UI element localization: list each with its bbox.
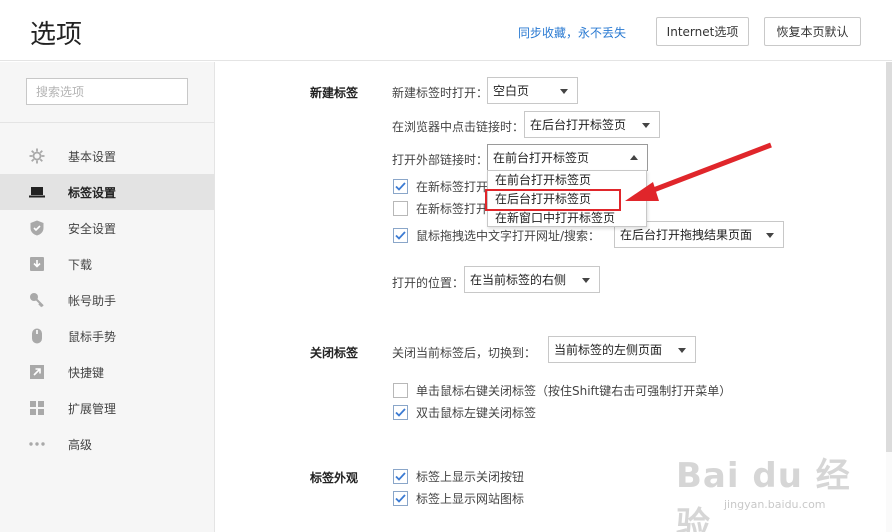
external-link-select[interactable]: 在前台打开标签页 (487, 144, 648, 171)
options-page: 选项 同步收藏，永不丢失 Internet选项 恢复本页默认 基本设置 标签设置 (0, 0, 892, 532)
sidebar-item-label: 下载 (68, 257, 93, 272)
more-icon (28, 435, 46, 453)
sidebar: 基本设置 标签设置 安全设置 下载 (0, 62, 215, 532)
right-click-close-row: 单击鼠标右键关闭标签（按住Shift键右击可强制打开菜单） (393, 381, 731, 399)
highlight-box (485, 189, 621, 211)
check-icon (395, 471, 406, 481)
new-tab-checkbox-row-1: 在新标签打开 (393, 177, 488, 195)
section-appearance-title: 标签外观 (310, 471, 359, 485)
sidebar-item-label: 帐号助手 (68, 293, 117, 308)
select-value: 当前标签的左侧页面 (554, 343, 663, 357)
sidebar-item-shortcut[interactable]: 快捷键 (0, 354, 214, 390)
new-tab-open-select[interactable]: 空白页 (487, 77, 578, 104)
watermark-url: jingyan.baidu.com (724, 498, 826, 511)
grid-icon (28, 399, 46, 417)
select-value: 空白页 (493, 84, 530, 98)
checkbox-label: 标签上显示网站图标 (416, 491, 525, 506)
select-value: 在前台打开标签页 (493, 151, 590, 165)
link-click-label: 在浏览器中点击链接时： (392, 120, 525, 134)
sidebar-item-advanced[interactable]: 高级 (0, 426, 214, 462)
sidebar-nav: 基本设置 标签设置 安全设置 下载 帐号助手 鼠标手势 快捷键 扩展管理 高级 (0, 138, 214, 462)
check-icon (395, 230, 406, 240)
checkbox-checked[interactable] (393, 468, 408, 484)
show-close-button-row: 标签上显示关闭按钮 (393, 467, 524, 485)
gear-icon (28, 147, 46, 165)
sidebar-item-label: 标签设置 (68, 185, 117, 200)
sidebar-divider (0, 122, 214, 123)
sidebar-item-label: 快捷键 (68, 365, 105, 380)
after-close-label: 关闭当前标签后，切换到： (392, 346, 537, 360)
download-icon (28, 255, 46, 273)
checkbox-label: 双击鼠标左键关闭标签 (416, 405, 537, 420)
page-title: 选项 (30, 20, 83, 50)
key-icon (28, 291, 46, 309)
chevron-down-icon (678, 348, 686, 353)
checkbox-unchecked[interactable] (393, 382, 408, 398)
open-position-label: 打开的位置： (392, 276, 465, 290)
chevron-down-icon (582, 278, 590, 283)
sidebar-item-label: 鼠标手势 (68, 329, 117, 344)
sidebar-item-download[interactable]: 下载 (0, 246, 214, 282)
drag-search-row: 鼠标拖拽选中文字打开网址/搜索： (393, 226, 600, 244)
sidebar-item-label: 扩展管理 (68, 401, 117, 416)
checkbox-label: 单击鼠标右键关闭标签（按住Shift键右击可强制打开菜单） (416, 383, 732, 398)
laptop-icon (28, 183, 46, 201)
internet-options-button[interactable]: Internet选项 (656, 17, 749, 46)
shortcut-icon (28, 363, 46, 381)
sidebar-item-label: 安全设置 (68, 221, 117, 236)
checkbox-checked[interactable] (393, 178, 408, 194)
section-close-tab-title: 关闭标签 (310, 346, 359, 360)
chevron-up-icon (630, 155, 638, 160)
new-tab-open-label: 新建标签时打开： (392, 86, 489, 100)
sync-link[interactable]: 同步收藏，永不丢失 (518, 24, 626, 41)
open-position-select[interactable]: 在当前标签的右侧 (464, 266, 600, 293)
double-click-close-row: 双击鼠标左键关闭标签 (393, 403, 536, 421)
chevron-down-icon (642, 123, 650, 128)
select-value: 在后台打开拖拽结果页面 (620, 228, 753, 242)
section-new-tab-title: 新建标签 (310, 86, 359, 100)
checkbox-label: 标签上显示关闭按钮 (416, 469, 525, 484)
sidebar-item-tabs[interactable]: 标签设置 (0, 174, 214, 210)
shield-icon (28, 219, 46, 237)
sidebar-item-label: 基本设置 (68, 149, 117, 164)
checkbox-label: 鼠标拖拽选中文字打开网址/搜索： (416, 228, 601, 243)
scrollbar-thumb[interactable] (886, 62, 892, 452)
sidebar-item-basic[interactable]: 基本设置 (0, 138, 214, 174)
checkbox-label: 在新标签打开 (416, 179, 489, 194)
checkbox-unchecked[interactable] (393, 200, 408, 216)
checkbox-checked[interactable] (393, 404, 408, 420)
header: 选项 同步收藏，永不丢失 Internet选项 恢复本页默认 (0, 0, 892, 61)
checkbox-label: 在新标签打开 (416, 201, 489, 216)
chevron-down-icon (766, 233, 774, 238)
link-click-select[interactable]: 在后台打开标签页 (524, 111, 660, 138)
watermark: Bai du 经验 jingyan.baidu.com (676, 448, 876, 532)
mouse-icon (28, 327, 46, 345)
dropdown-option[interactable]: 在前台打开标签页 (488, 171, 646, 190)
search-input[interactable] (26, 78, 188, 105)
watermark-logo: Bai du 经验 (676, 456, 851, 532)
sidebar-item-label: 高级 (68, 437, 93, 452)
check-icon (395, 493, 406, 503)
checkbox-checked[interactable] (393, 490, 408, 506)
dropdown-option[interactable]: 在新窗口中打开标签页 (488, 209, 646, 228)
select-value: 在当前标签的右侧 (470, 273, 567, 287)
checkbox-checked[interactable] (393, 227, 408, 243)
check-icon (395, 181, 406, 191)
after-close-select[interactable]: 当前标签的左侧页面 (548, 336, 696, 363)
sidebar-item-gesture[interactable]: 鼠标手势 (0, 318, 214, 354)
check-icon (395, 407, 406, 417)
sidebar-item-extensions[interactable]: 扩展管理 (0, 390, 214, 426)
restore-defaults-button[interactable]: 恢复本页默认 (764, 17, 861, 46)
sidebar-item-account[interactable]: 帐号助手 (0, 282, 214, 318)
sidebar-item-security[interactable]: 安全设置 (0, 210, 214, 246)
select-value: 在后台打开标签页 (530, 118, 627, 132)
chevron-down-icon (560, 89, 568, 94)
show-site-icon-row: 标签上显示网站图标 (393, 489, 524, 507)
external-link-label: 打开外部链接时： (392, 153, 489, 167)
new-tab-checkbox-row-2: 在新标签打开 (393, 199, 488, 217)
